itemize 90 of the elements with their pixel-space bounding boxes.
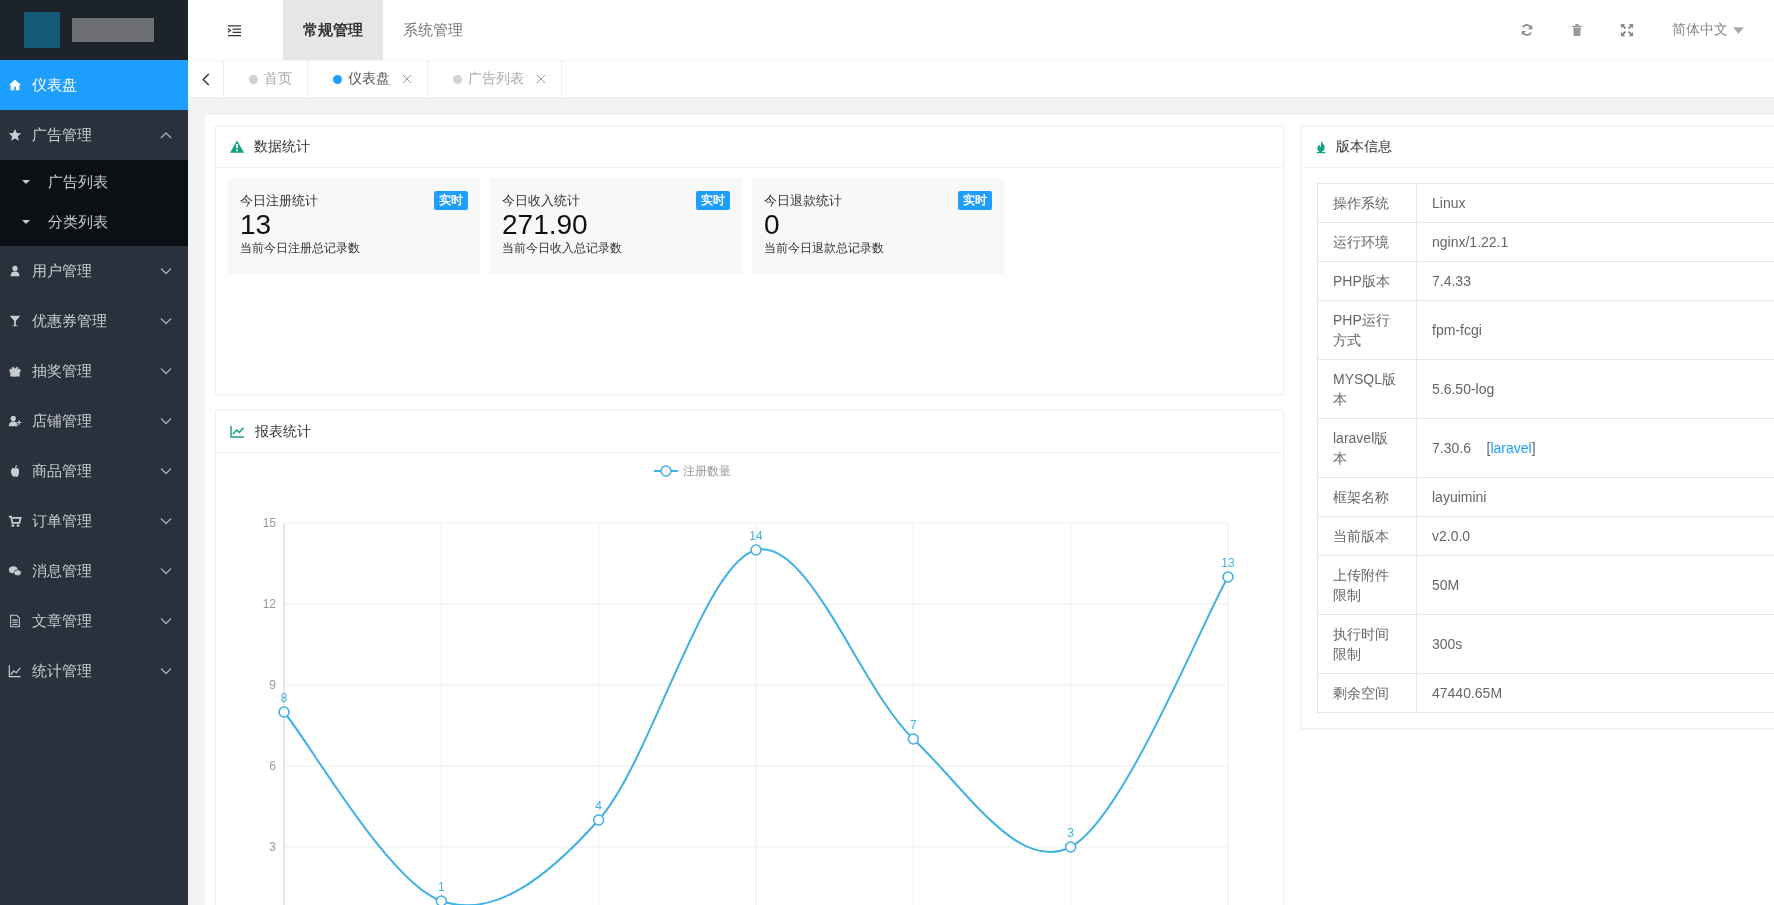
stat-caption: 当前今日收入总记录数	[502, 240, 623, 257]
axis-tick-label: 3	[269, 840, 276, 854]
status-dot-icon	[453, 74, 462, 84]
close-icon[interactable]	[536, 74, 546, 84]
axis-tick-label: 6	[269, 759, 276, 773]
table-cell: 框架名称	[1317, 477, 1417, 517]
card-title: 数据统计	[254, 137, 310, 156]
data-label: 8	[280, 691, 288, 705]
data-label: 4	[595, 799, 602, 813]
data-label: 7	[910, 718, 917, 732]
table-cell: Linux	[1416, 183, 1774, 223]
status-dot-icon	[333, 74, 342, 84]
stat-title: 今日退款统计	[764, 191, 842, 210]
document-icon	[8, 614, 22, 628]
realtime-badge: 实时	[434, 191, 468, 210]
apple-icon	[8, 464, 22, 478]
card-title: 版本信息	[1336, 137, 1392, 156]
page-tab[interactable]: 仪表盘	[308, 61, 428, 97]
stat-caption: 当前今日退款总记录数	[764, 240, 885, 257]
caret-icon	[1733, 26, 1744, 34]
status-dot-icon	[249, 74, 258, 84]
submenu-item[interactable]: 分类列表	[0, 202, 188, 242]
realtime-badge: 实时	[696, 191, 730, 210]
sidebar-item[interactable]: 店铺管理	[0, 396, 188, 446]
sidebar-item[interactable]: 抽奖管理	[0, 346, 188, 396]
line-chart-icon	[230, 425, 245, 438]
table-cell: 执行时间限制	[1317, 614, 1417, 674]
stat-caption: 当前今日注册总记录数	[240, 240, 361, 257]
sidebar-item[interactable]: 商品管理	[0, 446, 188, 496]
menu-icon	[226, 23, 242, 37]
axis-tick-label: 9	[269, 678, 276, 692]
sidebar-item[interactable]: 用户管理	[0, 246, 188, 296]
table-cell: PHP版本	[1317, 261, 1417, 301]
stat-title: 今日收入统计	[502, 191, 580, 210]
axis-tick-label: 12	[262, 597, 276, 611]
gift-icon	[8, 364, 22, 378]
submenu-item[interactable]: 广告列表	[0, 162, 188, 202]
star-icon	[8, 128, 22, 142]
stat-value: 0	[764, 210, 781, 240]
data-point	[592, 814, 605, 826]
flame-icon	[1316, 139, 1326, 154]
home-icon	[8, 78, 22, 92]
fullscreen-icon	[1620, 23, 1634, 37]
sidebar-item[interactable]: 消息管理	[0, 546, 188, 596]
stat-value: 13	[240, 210, 273, 240]
table-cell: 剩余空间	[1317, 673, 1417, 713]
table-cell: 操作系统	[1317, 183, 1417, 223]
card-title: 报表统计	[255, 422, 311, 441]
data-point	[278, 706, 290, 718]
data-point	[907, 733, 920, 745]
table-cell: 当前版本	[1317, 516, 1417, 556]
table-cell: laravel版本	[1317, 418, 1417, 478]
chart-icon	[8, 664, 22, 678]
axis-tick-label: 15	[262, 516, 276, 530]
user-icon	[8, 264, 22, 278]
logo-placeholder	[24, 12, 60, 48]
data-label: 13	[1221, 556, 1235, 570]
stat-value: 271.90	[502, 210, 589, 240]
language-dropdown[interactable]: 简体中文	[1672, 0, 1774, 60]
stat-title: 今日注册统计	[240, 191, 318, 210]
user-plus-icon	[8, 414, 22, 428]
legend-label: 注册数量	[683, 464, 731, 478]
sidebar-item[interactable]: 优惠券管理	[0, 296, 188, 346]
data-point	[1222, 571, 1234, 583]
refresh-icon	[1520, 23, 1534, 37]
chevron-left-icon	[201, 72, 210, 86]
cart-icon	[8, 514, 22, 528]
table-cell: 上传附件限制	[1317, 555, 1417, 615]
data-label: 3	[1067, 826, 1074, 840]
caret-icon	[21, 179, 31, 185]
data-point	[750, 544, 762, 556]
nav-tab[interactable]: 系统管理	[383, 0, 483, 60]
nav-tab[interactable]: 常规管理	[283, 0, 383, 60]
caret-icon	[21, 219, 31, 225]
sidebar-item[interactable]: 广告管理	[0, 110, 188, 160]
sidebar-item[interactable]: 文章管理	[0, 596, 188, 646]
filter-icon	[8, 314, 22, 328]
data-label: 14	[749, 529, 763, 543]
data-label: 1	[438, 880, 445, 894]
table-cell: 运行环境	[1317, 222, 1417, 262]
sidebar-item[interactable]: 订单管理	[0, 496, 188, 546]
data-point	[1064, 841, 1077, 853]
realtime-badge: 实时	[958, 191, 992, 210]
chat-icon	[8, 564, 22, 578]
sidebar-item[interactable]: 统计管理	[0, 646, 188, 696]
close-icon[interactable]	[402, 74, 412, 84]
warning-icon	[230, 140, 244, 153]
trash-icon	[1571, 23, 1583, 37]
table-cell: MYSQL版本	[1317, 359, 1417, 419]
table-cell: PHP运行方式	[1317, 300, 1417, 360]
